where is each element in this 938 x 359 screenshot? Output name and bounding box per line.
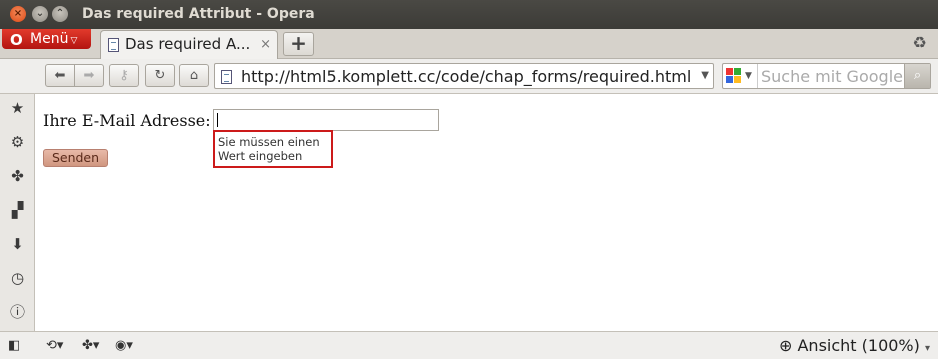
menu-label: Menü — [30, 31, 69, 47]
close-window-button[interactable]: × — [10, 6, 26, 22]
search-icon: ⌕ — [913, 68, 922, 83]
history-icon[interactable]: ◷ — [9, 270, 26, 287]
zoom-control[interactable]: ⊕ Ansicht (100%) ▾ — [779, 336, 930, 355]
zoom-icon: ⊕ — [778, 336, 793, 355]
turbo-icon[interactable]: ◉▾ — [115, 337, 133, 354]
key-icon: ⚷ — [119, 68, 129, 83]
home-button[interactable]: ⌂ — [179, 64, 209, 87]
submit-button[interactable]: Senden — [43, 149, 108, 167]
back-button[interactable]: ⬅ — [45, 64, 75, 87]
downloads-icon[interactable]: ⬇ — [9, 236, 26, 253]
sync-icon[interactable]: ⟲▾ — [46, 337, 63, 354]
side-panel: ★ ⚙ ✤ ▞ ⬇ ◷ ⓘ — [0, 94, 35, 331]
opera-menu-button[interactable]: O Menü ▽ — [2, 29, 91, 49]
email-field[interactable] — [213, 109, 439, 131]
wand-key-button[interactable]: ⚷ — [109, 64, 139, 87]
chevron-down-icon[interactable]: ▼ — [745, 71, 752, 81]
maximize-window-button[interactable]: ⌃ — [52, 6, 68, 22]
validation-message-line1: Sie müssen einen — [218, 135, 320, 149]
gear-icon[interactable]: ⚙ — [9, 134, 26, 151]
bookmarks-icon[interactable]: ★ — [9, 100, 26, 117]
unite-status-icon[interactable]: ✤▾ — [82, 337, 99, 354]
url-text[interactable]: http://html5.komplett.cc/code/chap_forms… — [241, 67, 691, 86]
chevron-down-icon[interactable]: ▼ — [701, 70, 709, 81]
page-icon — [108, 38, 119, 52]
search-bar[interactable]: ▼ Suche mit Google ⌕ — [722, 63, 931, 89]
reload-button[interactable]: ↻ — [145, 64, 175, 87]
validation-tooltip: Sie müssen einen Wert eingeben — [213, 130, 333, 168]
arrow-right-icon: ➡ — [83, 68, 95, 83]
page-content: Ihre E-Mail Adresse: Sie müssen einen We… — [35, 94, 938, 331]
arrow-left-icon: ⬅ — [54, 68, 66, 83]
trash-icon[interactable]: ♻ — [911, 33, 928, 52]
email-label: Ihre E-Mail Adresse: — [43, 111, 211, 130]
divider — [757, 64, 758, 88]
status-bar: ◧ ⟲▾ ✤▾ ◉▾ ⊕ Ansicht (100%) ▾ — [0, 331, 938, 359]
title-bar: × ⌄ ⌃ Das required Attribut - Opera — [0, 0, 938, 29]
chevron-down-icon: ▽ — [70, 36, 78, 46]
chevron-down-icon: ▾ — [924, 343, 930, 354]
close-tab-icon[interactable]: × — [260, 31, 271, 58]
address-bar[interactable]: http://html5.komplett.cc/code/chap_forms… — [214, 63, 714, 89]
navigation-toolbar: ⬅ ➡ ⚷ ↻ ⌂ http://html5.komplett.cc/code/… — [0, 59, 938, 94]
text-caret — [217, 113, 218, 127]
google-icon[interactable] — [726, 68, 742, 84]
tab-active[interactable]: Das required A... × — [100, 30, 278, 59]
search-button[interactable]: ⌕ — [904, 64, 930, 88]
unite-icon[interactable]: ✤ — [9, 168, 26, 185]
window-title: Das required Attribut - Opera — [82, 6, 315, 22]
page-icon — [221, 70, 232, 84]
info-icon[interactable]: ⓘ — [9, 304, 26, 321]
reload-icon: ↻ — [154, 68, 166, 83]
search-input[interactable]: Suche mit Google — [761, 67, 903, 86]
new-tab-button[interactable]: + — [283, 32, 314, 56]
panel-toggle-icon[interactable]: ◧ — [8, 337, 20, 354]
tab-strip: O Menü ▽ Das required A... × + ♻ — [0, 29, 938, 59]
home-icon: ⌂ — [189, 68, 199, 83]
zoom-label: Ansicht (100%) — [797, 336, 920, 355]
forward-button[interactable]: ➡ — [74, 64, 104, 87]
tab-label: Das required A... — [125, 35, 251, 53]
opera-logo-icon: O — [10, 31, 23, 49]
notes-icon[interactable]: ▞ — [9, 202, 26, 219]
minimize-window-button[interactable]: ⌄ — [32, 6, 48, 22]
validation-message-line2: Wert eingeben — [218, 149, 303, 163]
